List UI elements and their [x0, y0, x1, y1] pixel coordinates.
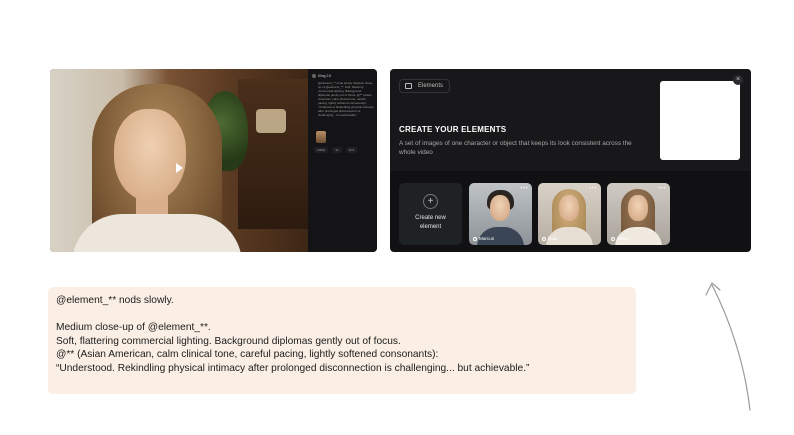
prompt-spacer — [56, 308, 628, 322]
create-element-label: Create new element — [399, 214, 462, 232]
elements-tab-label: Elements — [418, 83, 444, 89]
prompt-line-2: Medium close-up of @element_**. — [56, 322, 211, 333]
background-shelf — [238, 79, 308, 229]
model-title: Kling 2.6 — [318, 74, 332, 78]
prompt-line-5: “Understood. Rekindling physical intimac… — [56, 362, 530, 374]
element-icon — [542, 236, 546, 241]
prompt-sidebar: Kling 2.6 @element_** nods slowly. Mediu… — [308, 69, 377, 252]
resolution-chip[interactable]: 1080p — [314, 147, 329, 153]
arrow-icon — [705, 282, 751, 411]
more-icon[interactable]: ••• — [658, 186, 666, 192]
video-panel: Kling 2.6 @element_** nods slowly. Mediu… — [50, 69, 377, 252]
element-name-text: Marcus — [479, 236, 495, 241]
prompt-line-3: Soft, flattering commercial lighting. Ba… — [56, 335, 401, 347]
elements-tab[interactable]: Elements — [399, 79, 451, 93]
element-name: Marcus — [473, 236, 494, 241]
aspect-chip[interactable]: 16:9 — [345, 147, 358, 153]
prompt-line-4: @** (Asian American, calm clinical tone,… — [56, 349, 439, 360]
elements-icon — [405, 83, 412, 89]
element-preview-image — [660, 81, 740, 160]
video-preview[interactable] — [50, 69, 308, 252]
element-icon — [473, 236, 477, 241]
element-face — [490, 195, 510, 221]
sidebar-prompt-text: @element_** nods slowly. Medium close-up… — [318, 81, 374, 117]
elements-panel: Elements CREATE YOUR ELEMENTS A set of i… — [390, 69, 751, 252]
panel-description: A set of images of one character or obje… — [399, 140, 632, 156]
element-card-ethan[interactable]: ••• Ethan — [607, 183, 670, 245]
close-icon[interactable]: × — [733, 75, 743, 85]
subject-face — [114, 109, 186, 201]
element-face — [559, 195, 579, 221]
background-lamp — [256, 109, 286, 133]
play-icon[interactable] — [176, 163, 183, 173]
prompt-line-1: @element_** nods slowly. — [56, 295, 174, 306]
panel-title: CREATE YOUR ELEMENTS — [399, 125, 507, 134]
subject-blouse — [72, 214, 242, 252]
element-card-linda[interactable]: ••• linda — [538, 183, 601, 245]
create-element-button[interactable]: + Create new element — [399, 183, 462, 245]
create-label-line2: element — [419, 224, 442, 230]
duration-chip[interactable]: 4s — [332, 147, 342, 153]
element-name-text: Ethan — [617, 236, 630, 241]
prompt-text-box: @element_** nods slowly. Medium close-up… — [48, 287, 636, 394]
element-card-marcus[interactable]: ••• Marcus — [469, 183, 532, 245]
sidebar-thumbnail[interactable] — [316, 131, 326, 143]
more-icon[interactable]: ••• — [589, 186, 597, 192]
elements-header: Elements CREATE YOUR ELEMENTS A set of i… — [390, 69, 751, 171]
element-name: Ethan — [611, 236, 629, 241]
sidebar-settings: 1080p 4s 16:9 — [314, 147, 358, 153]
more-icon[interactable]: ••• — [520, 186, 528, 192]
element-name: linda — [542, 236, 558, 241]
element-icon — [611, 236, 615, 241]
plus-icon: + — [423, 194, 438, 209]
model-icon — [312, 74, 316, 78]
element-name-text: linda — [548, 236, 558, 241]
element-face — [628, 195, 648, 221]
create-label-line1: Create new — [415, 215, 446, 221]
